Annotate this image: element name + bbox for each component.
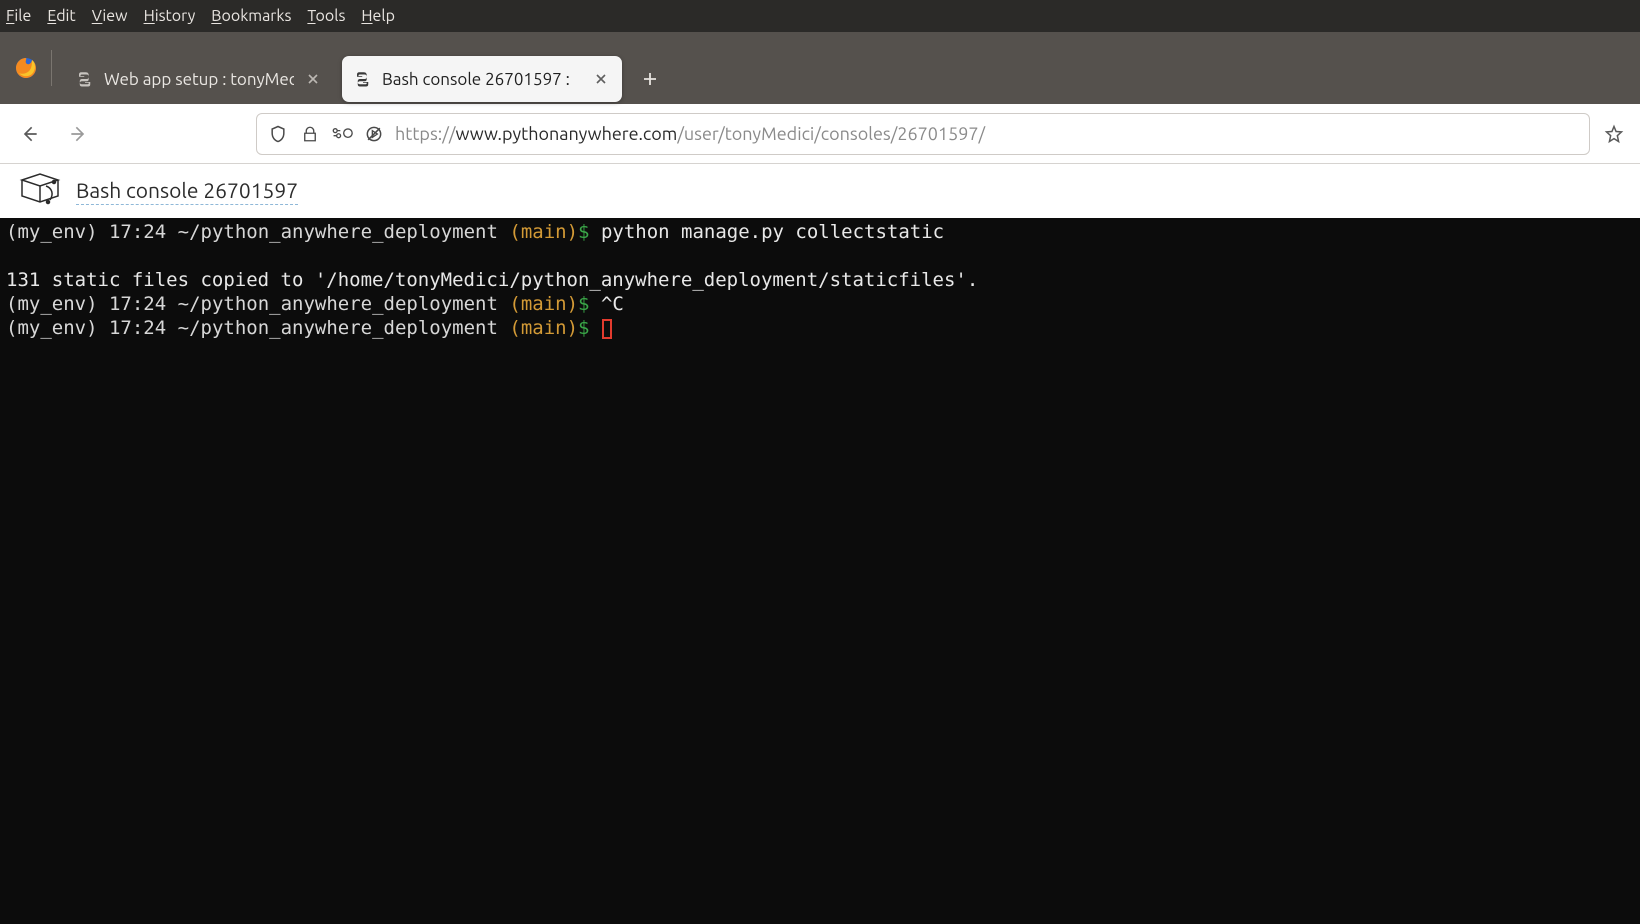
terminal[interactable]: (my_env) 17:24 ~/python_anywhere_deploym… [0,218,1640,924]
lock-icon[interactable] [299,123,321,145]
tab-bar: Web app setup : tonyMec Bash console 267… [0,32,1640,104]
firefox-icon[interactable] [0,32,52,104]
menu-view[interactable]: View [92,7,128,25]
forward-button[interactable] [58,114,98,154]
permissions-icon[interactable] [331,123,353,145]
terminal-line: (my_env) 17:24 ~/python_anywhere_deploym… [6,292,1634,316]
page-header: Bash console 26701597 [0,164,1640,218]
menu-bookmarks[interactable]: Bookmarks [211,7,291,25]
nav-bar: https://www.pythonanywhere.com/user/tony… [0,104,1640,164]
close-tab-icon[interactable] [304,70,322,88]
snake-icon [76,70,94,88]
terminal-line: (my_env) 17:24 ~/python_anywhere_deploym… [6,220,1634,244]
back-button[interactable] [10,114,50,154]
terminal-line: (my_env) 17:24 ~/python_anywhere_deploym… [6,316,1634,340]
bookmark-star-icon[interactable] [1598,124,1630,144]
menu-edit[interactable]: Edit [47,7,75,25]
url-text: https://www.pythonanywhere.com/user/tony… [395,124,1579,144]
terminal-blank-line [6,244,1634,268]
shield-icon[interactable] [267,123,289,145]
pythonanywhere-logo-icon[interactable] [18,172,62,210]
console-title[interactable]: Bash console 26701597 [76,178,298,205]
terminal-cursor [602,319,612,339]
tab-title: Web app setup : tonyMec [104,70,294,89]
menu-help[interactable]: Help [361,7,395,25]
menu-tools[interactable]: Tools [307,7,345,25]
autoplay-blocked-icon[interactable] [363,123,385,145]
tab-title: Bash console 26701597 : [382,70,582,89]
terminal-output: 131 static files copied to '/home/tonyMe… [6,268,1634,292]
menu-history[interactable]: History [144,7,196,25]
tab-webapp-setup[interactable]: Web app setup : tonyMec [64,56,334,102]
menu-file[interactable]: File [6,7,31,25]
new-tab-button[interactable] [630,56,670,102]
tab-bash-console[interactable]: Bash console 26701597 : [342,56,622,102]
close-tab-icon[interactable] [592,70,610,88]
tabs-row: Web app setup : tonyMec Bash console 267… [64,54,670,104]
snake-icon [354,70,372,88]
menu-bar: File Edit View History Bookmarks Tools H… [0,0,1640,32]
url-bar[interactable]: https://www.pythonanywhere.com/user/tony… [256,113,1590,155]
